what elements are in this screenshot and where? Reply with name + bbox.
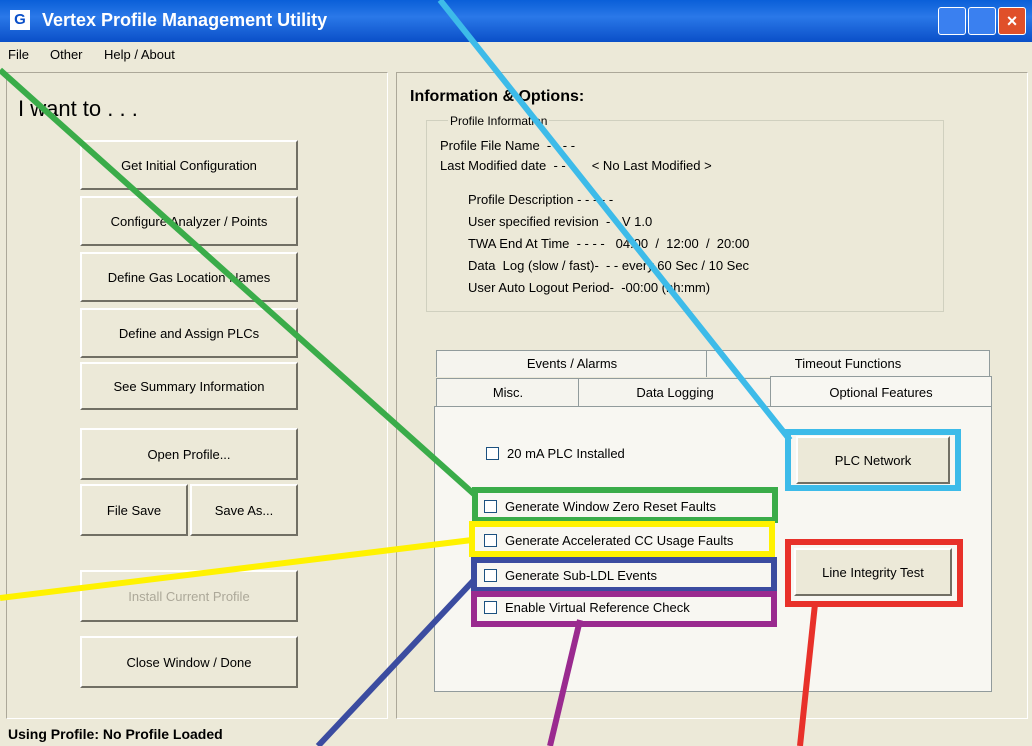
purple-highlight-box — [471, 591, 777, 627]
blue-callout-line — [315, 577, 477, 746]
yellow-callout-line — [0, 537, 473, 601]
purple-callout-line — [547, 619, 583, 746]
cyan-highlight-box — [785, 429, 961, 491]
red-highlight-box — [785, 539, 963, 607]
green-callout-line — [0, 67, 478, 498]
annotation-overlay — [0, 0, 963, 746]
green-highlight-box — [472, 487, 778, 523]
blue-highlight-box — [471, 557, 777, 593]
red-callout-line — [797, 603, 818, 746]
cyan-callout-line — [437, 0, 793, 442]
yellow-highlight-box — [469, 521, 775, 557]
